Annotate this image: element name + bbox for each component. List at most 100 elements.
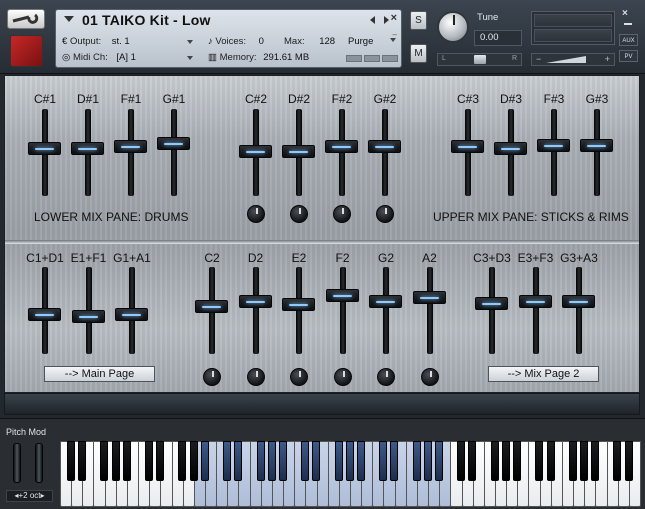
fader-handle[interactable] <box>451 140 484 154</box>
fader-track[interactable] <box>426 267 433 354</box>
black-key[interactable] <box>111 441 120 481</box>
pan-knob[interactable] <box>333 205 351 223</box>
black-key[interactable] <box>144 441 153 481</box>
black-key[interactable] <box>189 441 198 481</box>
black-key[interactable] <box>535 441 544 481</box>
black-key[interactable] <box>256 441 265 481</box>
black-key[interactable] <box>78 441 87 481</box>
pv-button[interactable]: PV <box>619 50 638 62</box>
main-page-button[interactable]: --> Main Page <box>44 366 155 382</box>
black-key[interactable] <box>100 441 109 481</box>
black-key[interactable] <box>568 441 577 481</box>
black-key[interactable] <box>579 441 588 481</box>
fader-handle[interactable] <box>157 137 190 151</box>
fader-handle[interactable] <box>325 289 359 303</box>
fader-handle[interactable] <box>28 307 61 321</box>
black-key[interactable] <box>490 441 499 481</box>
fader-handle[interactable] <box>537 138 570 152</box>
black-key[interactable] <box>223 441 232 481</box>
pan-handle[interactable] <box>474 55 486 64</box>
fader-handle[interactable] <box>369 295 402 309</box>
purge-menu[interactable]: Purge <box>345 34 400 48</box>
prev-instrument-icon[interactable] <box>370 16 375 24</box>
black-key[interactable] <box>501 441 510 481</box>
black-key[interactable] <box>178 441 187 481</box>
black-key[interactable] <box>200 441 209 481</box>
black-key[interactable] <box>457 441 466 481</box>
fader-handle[interactable] <box>115 307 148 321</box>
black-key[interactable] <box>356 441 365 481</box>
mix-page-2-button[interactable]: --> Mix Page 2 <box>488 366 599 382</box>
black-key[interactable] <box>267 441 276 481</box>
fader-track[interactable] <box>489 267 495 354</box>
black-key[interactable] <box>434 441 443 481</box>
pan-knob[interactable] <box>376 205 394 223</box>
fader-handle[interactable] <box>494 142 527 156</box>
output-dropdown-icon[interactable] <box>187 40 193 44</box>
pan-knob[interactable] <box>247 205 265 223</box>
fader-track[interactable] <box>383 267 389 354</box>
octave-shift[interactable]: ◂+2 oct▸ <box>6 490 53 502</box>
black-key[interactable] <box>278 441 287 481</box>
black-key[interactable] <box>591 441 600 481</box>
fader-handle[interactable] <box>518 295 552 309</box>
pan-knob[interactable] <box>333 368 352 386</box>
pan-slider[interactable]: L R <box>437 53 522 66</box>
next-instrument-icon[interactable] <box>384 16 389 24</box>
fader-track[interactable] <box>339 267 346 354</box>
aux-button[interactable]: AUX <box>619 34 638 46</box>
remove-instrument-icon[interactable]: × <box>622 8 628 19</box>
wrench-icon[interactable] <box>7 9 45 29</box>
pan-knob[interactable] <box>290 205 308 223</box>
black-key[interactable] <box>122 441 131 481</box>
fader-handle[interactable] <box>368 140 401 154</box>
fader-handle[interactable] <box>282 298 315 312</box>
fader-handle[interactable] <box>325 140 358 154</box>
fader-handle[interactable] <box>562 295 595 309</box>
fader-handle[interactable] <box>195 300 228 314</box>
tune-value[interactable]: 0.00 <box>474 30 522 46</box>
volume-slider[interactable]: − + <box>531 53 615 66</box>
instrument-title[interactable]: 01 TAIKO Kit - Low <box>82 12 211 28</box>
midi-dropdown-icon[interactable] <box>187 56 193 60</box>
black-key[interactable] <box>468 441 477 481</box>
output-field[interactable]: € Output: st. 1 <box>62 36 130 47</box>
black-key[interactable] <box>312 441 321 481</box>
tune-knob[interactable] <box>437 11 469 43</box>
collapse-instrument-icon[interactable] <box>624 23 632 25</box>
fader-handle[interactable] <box>475 296 508 310</box>
fader-handle[interactable] <box>71 309 105 323</box>
fader-track[interactable] <box>551 109 557 196</box>
black-key[interactable] <box>624 441 633 481</box>
instrument-menu-caret-icon[interactable] <box>64 16 74 22</box>
black-key[interactable] <box>301 441 310 481</box>
pan-knob[interactable] <box>377 368 395 386</box>
black-key[interactable] <box>390 441 399 481</box>
fader-handle[interactable] <box>28 142 61 156</box>
fader-track[interactable] <box>532 267 539 354</box>
piano-keyboard[interactable] <box>60 441 641 507</box>
fader-track[interactable] <box>576 267 582 354</box>
close-instrument-icon[interactable]: × <box>391 12 397 24</box>
fader-track[interactable] <box>171 109 177 196</box>
black-key[interactable] <box>546 441 555 481</box>
fader-handle[interactable] <box>412 290 446 304</box>
fader-handle[interactable] <box>71 142 104 156</box>
black-key[interactable] <box>345 441 354 481</box>
black-key[interactable] <box>379 441 388 481</box>
pan-knob[interactable] <box>203 368 221 386</box>
fader-handle[interactable] <box>238 295 272 309</box>
black-key[interactable] <box>66 441 75 481</box>
black-key[interactable] <box>156 441 165 481</box>
fader-handle[interactable] <box>239 144 272 158</box>
pan-knob[interactable] <box>246 368 265 386</box>
pan-knob[interactable] <box>290 368 308 386</box>
max-voices-field[interactable]: Max: 128 <box>284 36 335 47</box>
mod-wheel[interactable] <box>35 443 43 483</box>
black-key[interactable] <box>423 441 432 481</box>
octave-right-icon[interactable]: ▸ <box>41 491 45 500</box>
fader-track[interactable] <box>594 109 600 196</box>
midi-channel-field[interactable]: ◎ Midi Ch: [A] 1 <box>62 52 136 63</box>
black-key[interactable] <box>412 441 421 481</box>
black-key[interactable] <box>513 441 522 481</box>
